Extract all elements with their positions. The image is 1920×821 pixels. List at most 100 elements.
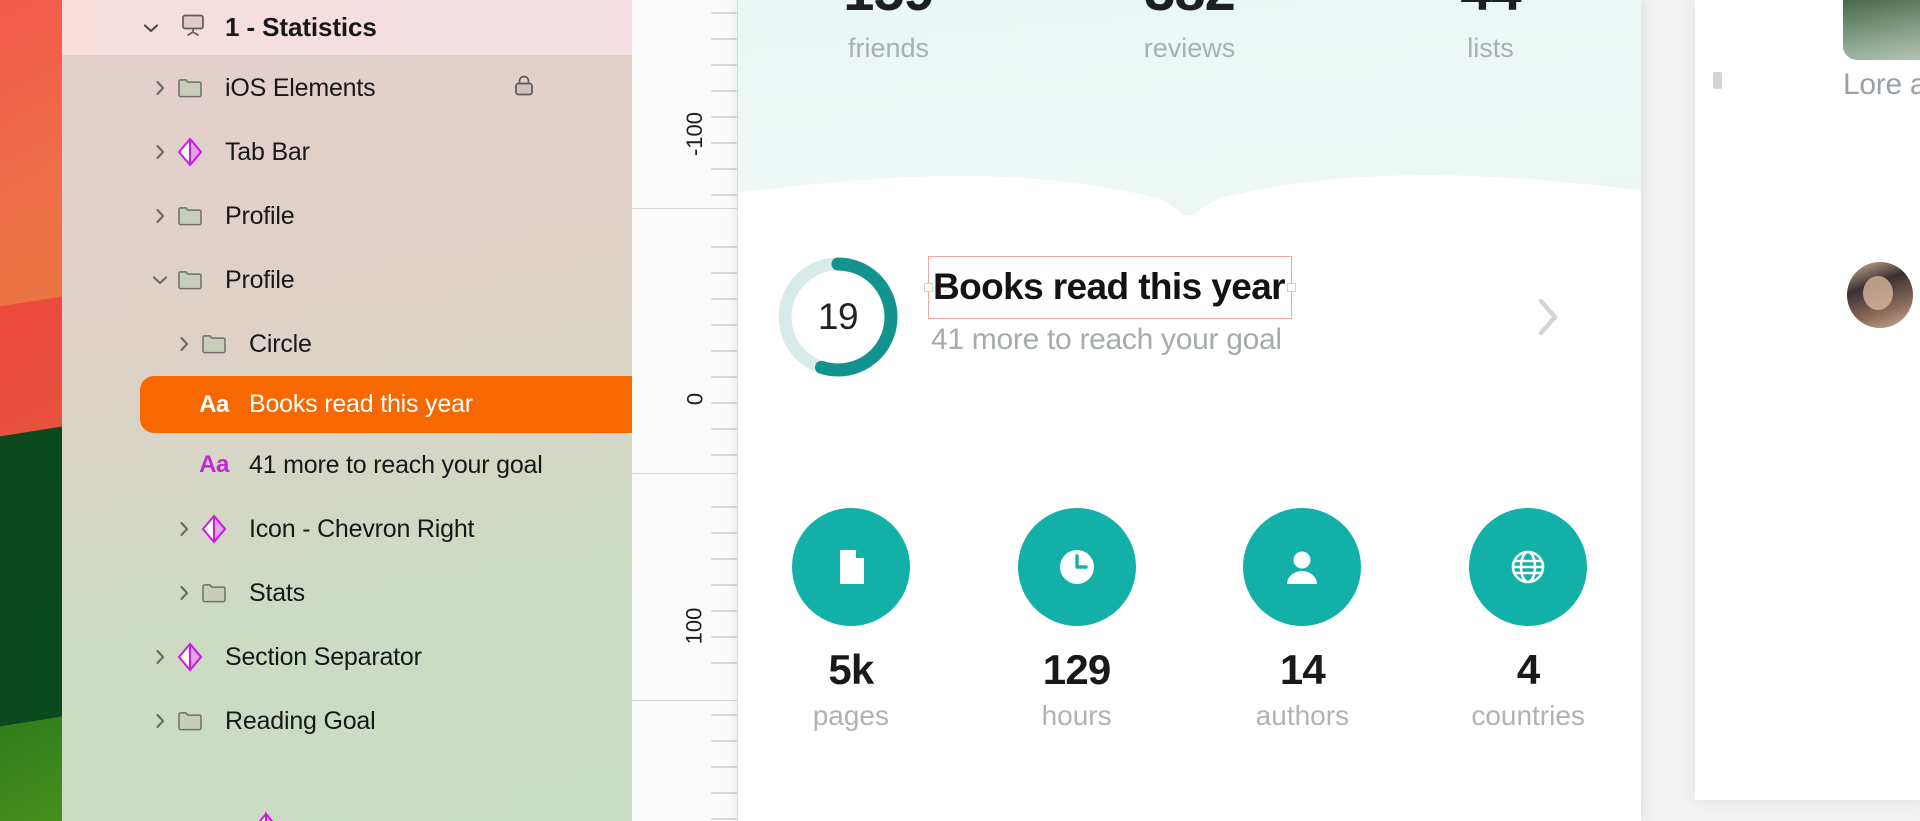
stat-value: 44 [1340, 0, 1641, 23]
layer-label: Profile [225, 201, 295, 230]
layer-label: Books read this year [249, 390, 473, 418]
stat-value: 159 [738, 0, 1039, 23]
layer-row-profile[interactable]: Profile [62, 184, 632, 248]
text-icon: Aa [199, 390, 229, 418]
layer-label: Circle [249, 329, 312, 358]
icon-stats-row: 5k pages 129 hours 14 authors 4 countrie… [738, 508, 1641, 732]
artboard-icon [178, 10, 208, 45]
chevron-right-icon[interactable] [171, 333, 197, 355]
text-icon: Aa [199, 451, 229, 478]
ruler-tick [711, 38, 737, 40]
review-photo-top [1843, 0, 1920, 60]
ruler-tick [711, 12, 737, 14]
chevron-down-icon[interactable] [147, 269, 173, 291]
desktop-wallpaper [0, 0, 62, 821]
layer-label: 41 more to reach your goal [249, 450, 543, 479]
ruler-tick [711, 64, 737, 66]
ruler-tick [711, 584, 737, 586]
layer-label: Section Separator [225, 642, 422, 671]
icon-stat-countries: 4 countries [1415, 508, 1641, 732]
reading-goal-row[interactable]: 19 Books read this year 41 more to reach… [738, 248, 1641, 388]
chevron-right-icon[interactable] [171, 582, 197, 604]
layer-label: Icon - Chevron Right [249, 514, 475, 543]
ruler-tick [711, 90, 737, 92]
reading-goal-title: Books read this year [933, 266, 1286, 307]
ruler-tick [711, 454, 737, 456]
artboard-review: Lore adip inci Ut e Jas [1695, 0, 1920, 800]
selected-text-layer[interactable]: Books read this year [924, 256, 1296, 319]
chevron-right-icon[interactable] [171, 518, 197, 540]
ruler-tick [711, 740, 737, 742]
ruler-tick [711, 506, 737, 508]
ruler-tick [711, 428, 737, 430]
icon-stat-authors: 14 authors [1190, 508, 1416, 732]
chevron-right-icon[interactable] [147, 141, 173, 163]
layer-label: Tab Bar [225, 137, 310, 166]
vertical-ruler[interactable]: -100 0 100 [631, 0, 738, 821]
layer-row-profile[interactable]: Profile [62, 248, 632, 312]
page-title: 1 - Statistics [225, 12, 377, 42]
folder-icon [197, 579, 231, 607]
ruler-tick [711, 636, 737, 638]
profile-header-band: 159 friends 382 reviews 44 lists [738, 0, 1641, 230]
ruler-label: -100 [682, 111, 707, 157]
ruler-tick [711, 402, 737, 404]
layer-row-ios-elements[interactable]: iOS Elements [62, 56, 632, 120]
layers-sidebar: 1 - Statistics iOS Elements Tab Bar Profil… [62, 0, 632, 821]
photo-marker-icon [1713, 72, 1722, 89]
ruler-tick [711, 142, 737, 144]
layer-label: Profile [225, 265, 295, 294]
chevron-down-icon[interactable] [140, 17, 162, 39]
layer-row-partial[interactable] [252, 811, 280, 821]
stat-label: reviews [1143, 33, 1236, 63]
chevron-right-icon[interactable] [1535, 296, 1561, 343]
chevron-right-icon[interactable] [147, 77, 173, 99]
layer-row-41-more-to-reach-your-goal[interactable]: Aa 41 more to reach your goal [62, 433, 632, 497]
layer-row-books-read-this-year[interactable]: Aa Books read this year [140, 376, 632, 433]
layer-row-circle[interactable]: Circle [62, 312, 632, 376]
ruler-tick [711, 168, 737, 170]
layer-row-icon-chevron-right[interactable]: Icon - Chevron Right [62, 497, 632, 561]
document-icon [791, 508, 910, 626]
stat-label: lists [1467, 33, 1514, 63]
icon-stat-hours: 129 hours [964, 508, 1190, 732]
ruler-major-line [631, 700, 737, 701]
layer-label: Reading Goal [225, 706, 376, 735]
icon-stat-pages: 5k pages [738, 508, 964, 732]
layer-row-section-separator[interactable]: Section Separator [62, 625, 632, 689]
symbol-icon [173, 137, 207, 167]
stat-value: 4 [1516, 646, 1540, 693]
layer-row-reading-goal[interactable]: Reading Goal [62, 689, 632, 753]
chevron-right-icon[interactable] [147, 646, 173, 668]
folder-icon [173, 707, 207, 735]
avatar [1847, 262, 1913, 328]
layer-row-stats[interactable]: Stats [62, 561, 632, 625]
symbol-icon [258, 811, 274, 821]
ruler-tick [711, 298, 737, 300]
progress-ring: 19 [774, 253, 902, 381]
ruler-tick [711, 662, 737, 664]
stat-value: 14 [1279, 646, 1326, 693]
app-root: 1 - Statistics iOS Elements Tab Bar Profil… [0, 0, 1920, 821]
stat-label: countries [1471, 700, 1585, 731]
artboard-header-row[interactable]: 1 - Statistics [62, 0, 632, 56]
ruler-tick [711, 324, 737, 326]
ruler-tick [711, 714, 737, 716]
stat-label: hours [1041, 700, 1112, 731]
stat-label: pages [812, 700, 890, 731]
canvas-area[interactable]: 159 friends 382 reviews 44 lists [738, 0, 1920, 821]
progress-value: 19 [817, 296, 859, 337]
wallpaper-band-orange [0, 0, 62, 340]
stat-value: 382 [1039, 0, 1340, 23]
layer-label: iOS Elements [225, 73, 376, 102]
layer-list: iOS Elements Tab Bar Profile Profile Circle A… [62, 56, 632, 753]
layer-row-tab-bar[interactable]: Tab Bar [62, 120, 632, 184]
resize-handle-right[interactable] [1286, 283, 1296, 292]
chevron-right-icon[interactable] [147, 710, 173, 732]
lock-icon[interactable] [511, 72, 537, 105]
ruler-major-line [631, 208, 737, 209]
chevron-right-icon[interactable] [147, 205, 173, 227]
wallpaper-band-green [0, 710, 62, 821]
stat-label: friends [847, 33, 930, 63]
ruler-tick [711, 532, 737, 534]
